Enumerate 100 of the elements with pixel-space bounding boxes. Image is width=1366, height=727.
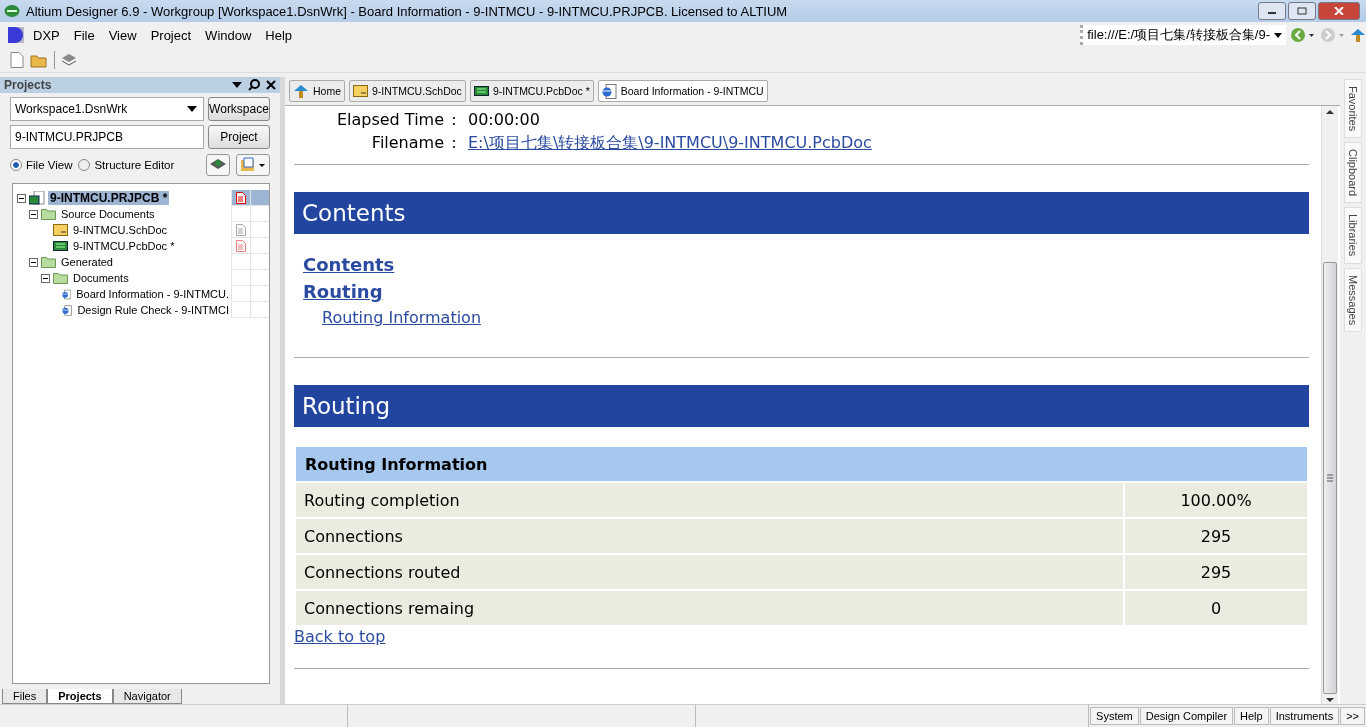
project-button[interactable]: Project [208, 125, 270, 149]
project-field[interactable]: 9-INTMCU.PRJPCB [10, 125, 204, 149]
document-menu-button[interactable] [236, 154, 270, 176]
table-cell: Connections remaing [296, 591, 1123, 625]
separator-colon: : [450, 133, 458, 154]
document-tab[interactable]: 9-INTMCU.PcbDoc * [469, 80, 594, 102]
menu-item[interactable]: Project [145, 25, 197, 45]
status-cell [250, 270, 269, 286]
scrollbar-thumb[interactable] [1323, 261, 1337, 694]
side-panel-tab[interactable]: Clipboard [1344, 142, 1362, 204]
compile-button[interactable] [206, 154, 230, 176]
collapse-icon[interactable] [17, 193, 26, 203]
grip-icon [1325, 473, 1335, 482]
restore-icon [1297, 7, 1307, 15]
board-icon [29, 191, 45, 205]
table-cell: Connections routed [296, 555, 1123, 589]
panel-tab[interactable]: Projects [47, 689, 113, 704]
app-logo-icon [4, 4, 20, 18]
stack-icon[interactable] [61, 53, 77, 67]
side-panel-tab[interactable]: Libraries [1344, 207, 1362, 264]
collapse-icon[interactable] [29, 209, 38, 219]
close-icon [1334, 7, 1344, 15]
folder-icon [53, 272, 68, 284]
status-cell [250, 302, 269, 318]
open-folder-icon[interactable] [30, 52, 48, 68]
back-to-top-link[interactable]: Back to top [294, 627, 386, 646]
side-panel-tab[interactable]: Favorites [1344, 79, 1362, 139]
tree-item[interactable]: Source Documents [59, 208, 157, 220]
menu-item[interactable]: File [68, 25, 100, 45]
section-heading: Routing [294, 385, 1309, 427]
minimize-button[interactable] [1258, 2, 1286, 20]
section-heading: Contents [294, 192, 1309, 234]
tree-item[interactable]: 9-INTMCU.PRJPCB * [48, 191, 170, 205]
caret-icon [1274, 32, 1282, 38]
info-value: 00:00:00 [467, 110, 541, 129]
status-bar-button[interactable]: Help [1234, 707, 1269, 725]
document-tab[interactable]: 9-INTMCU.SchDoc [349, 80, 466, 102]
board-icon [473, 85, 489, 97]
web-document-icon [601, 83, 617, 99]
view-radio[interactable]: File View [10, 159, 73, 171]
web-document-icon [61, 286, 72, 302]
back-icon[interactable] [1290, 27, 1316, 43]
collapse-icon[interactable] [29, 257, 38, 267]
dxp-logo-icon [8, 27, 24, 43]
table-cell: Routing completion [296, 483, 1123, 517]
menu-item[interactable]: View [103, 25, 142, 45]
view-radio[interactable]: Structure Editor [78, 159, 175, 171]
collapse-icon[interactable] [41, 273, 50, 283]
menu-item[interactable]: Help [260, 25, 298, 45]
document-tab[interactable]: Board Information - 9-INTMCU [597, 80, 768, 102]
address-field[interactable]: file:///E:/项目七集/转接板合集/9- [1080, 25, 1286, 45]
new-file-icon[interactable] [10, 52, 24, 68]
status-cell [250, 254, 269, 270]
table-cell: 100.00% [1125, 483, 1307, 517]
status-cell [231, 286, 250, 302]
panel-title: Projects [4, 78, 52, 92]
panel-tab[interactable]: Files [2, 689, 48, 704]
status-cell [250, 206, 269, 222]
table-cell: Connections [296, 519, 1123, 553]
board-icon [53, 240, 68, 252]
status-cell [250, 286, 269, 302]
sheet-icon [353, 85, 368, 97]
status-bar-button[interactable]: System [1090, 707, 1139, 725]
tree-item[interactable]: Board Information - 9-INTMCU. [74, 288, 231, 300]
close-button[interactable] [1318, 2, 1360, 20]
menu-item[interactable]: Window [200, 25, 257, 45]
table-title: Routing Information [296, 447, 1307, 481]
panel-tab[interactable]: Navigator [112, 689, 182, 704]
web-document-icon [62, 302, 73, 318]
tree-item[interactable]: Design Rule Check - 9-INTMCI [75, 304, 231, 316]
info-label: Elapsed Time [335, 110, 444, 129]
caret-icon [187, 105, 197, 113]
side-panel-tab[interactable]: Messages [1344, 267, 1362, 332]
dropdown-icon[interactable] [232, 81, 242, 89]
close-icon[interactable] [266, 80, 276, 90]
tree-item[interactable]: 9-INTMCU.PcbDoc * [71, 240, 177, 252]
document-tab[interactable]: Home [289, 80, 345, 102]
contents-link[interactable]: Routing Information [322, 308, 482, 327]
status-bar-button[interactable]: Design Compiler [1139, 707, 1234, 725]
separator-colon: : [450, 110, 458, 129]
folder-icon [41, 208, 56, 220]
workspace-dropdown[interactable]: Workspace1.DsnWrk [10, 97, 204, 121]
table-cell: 295 [1125, 555, 1307, 589]
window-title: Altium Designer 6.9 - Workgroup [Workspace1.DsnWrk] - Board Information - 9-INTMCU - 9-INTMCU.PRJPCB. Licensed to ALTIUM [26, 3, 788, 19]
table-cell: 0 [1125, 591, 1307, 625]
info-label: Filename [370, 133, 444, 154]
tree-item[interactable]: 9-INTMCU.SchDoc [71, 224, 170, 236]
status-cell [231, 302, 250, 318]
document-folder-icon [240, 157, 266, 173]
tree-item[interactable]: Documents [71, 272, 131, 284]
menu-item[interactable]: DXP [28, 25, 65, 45]
file-link[interactable]: E:\项目七集\转接板合集\9-INTMCU\9-INTMCU.PcbDoc [464, 133, 1309, 154]
status-bar-button[interactable]: Instruments [1269, 707, 1340, 725]
contents-link[interactable]: Contents [303, 254, 395, 275]
status-bar-button[interactable]: >> [1340, 707, 1365, 725]
workspace-button[interactable]: Workspace [208, 97, 270, 121]
tree-item[interactable]: Generated [59, 256, 115, 268]
contents-link[interactable]: Routing [303, 281, 383, 302]
sheet-icon [53, 224, 68, 236]
status-cell [231, 270, 250, 286]
